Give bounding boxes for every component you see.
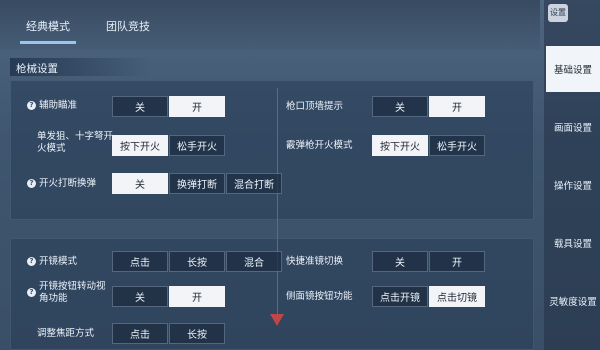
option-release-fire[interactable]: 松手开火 bbox=[429, 135, 485, 156]
row-label-side-scope: 侧面镜按钮功能 bbox=[286, 291, 353, 302]
shotgun-fire-mode-toggle[interactable]: 按下开火 松手开火 bbox=[372, 135, 486, 156]
row-label-muzzle-wall: 枪口顶墙提示 bbox=[286, 101, 344, 112]
sidebar-item-controls[interactable]: 操作设置 bbox=[546, 162, 600, 208]
option-press-fire[interactable]: 按下开火 bbox=[112, 135, 168, 156]
scope-mode-toggle[interactable]: 点击 长按 混合 bbox=[112, 251, 283, 272]
option-off[interactable]: 关 bbox=[372, 251, 428, 272]
option-off[interactable]: 关 bbox=[112, 286, 168, 307]
sidebar-item-sensitivity[interactable]: 灵敏度设置 bbox=[546, 278, 600, 324]
option-reload-interrupt[interactable]: 换弹打断 bbox=[169, 173, 225, 194]
row-label-single-fire: 单发狙、十字弩开火模式 bbox=[37, 131, 114, 154]
section-header: 枪械设置 bbox=[10, 58, 150, 76]
row-label-scope-rotate: 开镜按钮转动视角功能 bbox=[39, 281, 106, 304]
sidebar-item-graphics[interactable]: 画面设置 bbox=[546, 104, 600, 150]
row-label-scope-mode: 开镜模式 bbox=[39, 256, 78, 267]
mode-tabs: 经典模式 团队竞技 bbox=[0, 0, 540, 50]
option-tap-switch[interactable]: 点击切镜 bbox=[429, 286, 485, 307]
help-icon[interactable]: ? bbox=[27, 288, 36, 297]
option-off[interactable]: 关 bbox=[112, 96, 168, 117]
option-tap-scope[interactable]: 点击开镜 bbox=[372, 286, 428, 307]
help-icon[interactable]: ? bbox=[27, 179, 36, 188]
tab-team-deathmatch[interactable]: 团队竞技 bbox=[106, 18, 150, 34]
single-fire-mode-toggle[interactable]: 按下开火 松手开火 bbox=[112, 135, 226, 156]
settings-label: 设置 bbox=[548, 4, 568, 22]
row-label-shotgun-fire: 霰弹枪开火模式 bbox=[286, 140, 353, 151]
sidebar-item-basic[interactable]: 基础设置 bbox=[546, 46, 600, 92]
zoom-mode-toggle[interactable]: 点击 长按 bbox=[112, 323, 226, 344]
help-icon[interactable]: ? bbox=[27, 257, 36, 266]
row-label-aim-assist: 辅助瞄准 bbox=[39, 100, 78, 111]
option-hold[interactable]: 长按 bbox=[169, 251, 225, 272]
option-off[interactable]: 关 bbox=[372, 96, 428, 117]
side-scope-toggle[interactable]: 点击开镜 点击切镜 bbox=[372, 286, 486, 307]
scope-rotate-toggle[interactable]: 关 开 bbox=[112, 286, 226, 307]
option-on[interactable]: 开 bbox=[429, 251, 485, 272]
sidebar-item-vehicle[interactable]: 载具设置 bbox=[546, 220, 600, 266]
arrow-down-icon bbox=[270, 314, 284, 326]
row-label-quick-scope: 快捷准镜切换 bbox=[286, 256, 344, 267]
option-release-fire[interactable]: 松手开火 bbox=[169, 135, 225, 156]
option-tap[interactable]: 点击 bbox=[112, 323, 168, 344]
tab-classic-mode[interactable]: 经典模式 bbox=[20, 18, 76, 44]
option-mixed-interrupt[interactable]: 混合打断 bbox=[226, 173, 282, 194]
option-on[interactable]: 开 bbox=[169, 96, 225, 117]
aim-assist-toggle[interactable]: 关 开 bbox=[112, 96, 226, 117]
divider-line bbox=[277, 88, 278, 320]
muzzle-wall-toggle[interactable]: 关 开 bbox=[372, 96, 486, 117]
option-on[interactable]: 开 bbox=[169, 286, 225, 307]
row-label-zoom-mode: 调整焦距方式 bbox=[37, 328, 95, 339]
option-off[interactable]: 关 bbox=[112, 173, 168, 194]
option-tap[interactable]: 点击 bbox=[112, 251, 168, 272]
option-hold[interactable]: 长按 bbox=[169, 323, 225, 344]
section-title: 枪械设置 bbox=[16, 63, 58, 75]
fire-interrupt-toggle[interactable]: 关 换弹打断 混合打断 bbox=[112, 173, 283, 194]
help-icon[interactable]: ? bbox=[27, 101, 36, 110]
option-on[interactable]: 开 bbox=[429, 96, 485, 117]
row-label-fire-interrupt: 开火打断换弹 bbox=[39, 178, 97, 189]
settings-sidebar: 基础设置 画面设置 操作设置 载具设置 灵敏度设置 bbox=[544, 0, 600, 350]
option-press-fire[interactable]: 按下开火 bbox=[372, 135, 428, 156]
option-mixed[interactable]: 混合 bbox=[226, 251, 282, 272]
quick-scope-toggle[interactable]: 关 开 bbox=[372, 251, 486, 272]
